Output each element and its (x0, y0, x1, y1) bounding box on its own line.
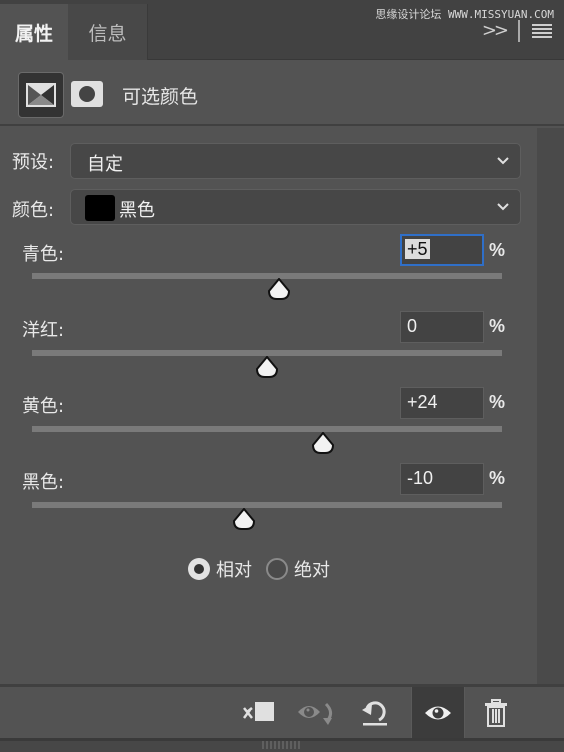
chevron-down-icon (497, 203, 509, 211)
divider (518, 20, 520, 42)
preset-dropdown[interactable]: 自定 (70, 143, 521, 179)
black-input[interactable]: -10 (400, 463, 484, 495)
radio-relative-label: 相对 (216, 560, 252, 581)
yellow-input[interactable]: +24 (400, 387, 484, 419)
cyan-unit: % (489, 240, 506, 260)
clip-to-layer-button[interactable] (233, 687, 283, 738)
delete-button[interactable] (471, 687, 521, 738)
adjustment-title: 可选颜色 (122, 86, 199, 108)
colors-value: 黑色 (119, 200, 155, 221)
trash-icon (485, 698, 507, 727)
view-previous-state-icon (298, 702, 333, 725)
yellow-slider-thumb[interactable] (311, 432, 335, 454)
yellow-track[interactable] (32, 426, 502, 432)
toggle-visibility-button[interactable] (411, 687, 465, 738)
radio-absolute[interactable]: 绝对 (266, 556, 330, 582)
panel-menu-icon[interactable] (532, 24, 552, 38)
adjustment-layer-icon[interactable] (18, 72, 64, 118)
reset-button[interactable] (349, 687, 399, 738)
cyan-slider-thumb[interactable] (267, 278, 291, 300)
cyan-label: 青色: (22, 244, 65, 265)
clip-to-layer-icon (243, 701, 274, 721)
black-unit: % (489, 468, 506, 488)
preset-value: 自定 (87, 154, 123, 175)
yellow-unit: % (489, 392, 506, 412)
cyan-input[interactable]: +5 (400, 234, 484, 266)
properties-footer (0, 684, 564, 738)
colors-label: 颜色: (12, 200, 55, 221)
layer-mask-icon[interactable] (71, 81, 103, 107)
black-track[interactable] (32, 502, 502, 508)
scrollbar[interactable] (537, 128, 564, 684)
resize-grip[interactable] (262, 741, 300, 749)
color-swatch (85, 195, 115, 221)
resize-strip (0, 738, 564, 752)
radio-absolute-indicator[interactable] (266, 558, 288, 580)
chevron-down-icon (497, 157, 509, 165)
watermark: 思缘设计论坛 WWW.MISSYUAN.COM (375, 8, 554, 21)
colors-dropdown[interactable]: 黑色 (70, 189, 521, 225)
panel-tab-bar: 属性 信息 思缘设计论坛 WWW.MISSYUAN.COM >> (0, 0, 564, 60)
preset-label: 预设: (12, 152, 55, 173)
radio-relative-indicator[interactable] (188, 558, 210, 580)
properties-header: 可选颜色 (0, 60, 564, 126)
magenta-label: 洋红: (22, 320, 65, 341)
black-slider-thumb[interactable] (232, 508, 256, 530)
view-previous-state-button[interactable] (292, 687, 342, 738)
collapse-panel-icon[interactable]: >> (482, 20, 509, 41)
reset-icon (362, 700, 387, 725)
yellow-label: 黄色: (22, 396, 65, 417)
tab-properties[interactable]: 属性 (0, 4, 68, 60)
black-label: 黑色: (22, 472, 65, 493)
radio-relative[interactable]: 相对 (188, 556, 252, 582)
magenta-input[interactable]: 0 (400, 311, 484, 343)
magenta-slider-thumb[interactable] (255, 356, 279, 378)
eye-icon (425, 706, 451, 719)
tab-info[interactable]: 信息 (68, 4, 148, 60)
method-radio-group: 相对 绝对 (188, 556, 344, 582)
radio-absolute-label: 绝对 (294, 560, 330, 581)
magenta-unit: % (489, 316, 506, 336)
properties-content: 预设: 自定 颜色: 黑色 青色: +5 % 洋红: 0 % 黄色: +24 %… (0, 128, 537, 684)
